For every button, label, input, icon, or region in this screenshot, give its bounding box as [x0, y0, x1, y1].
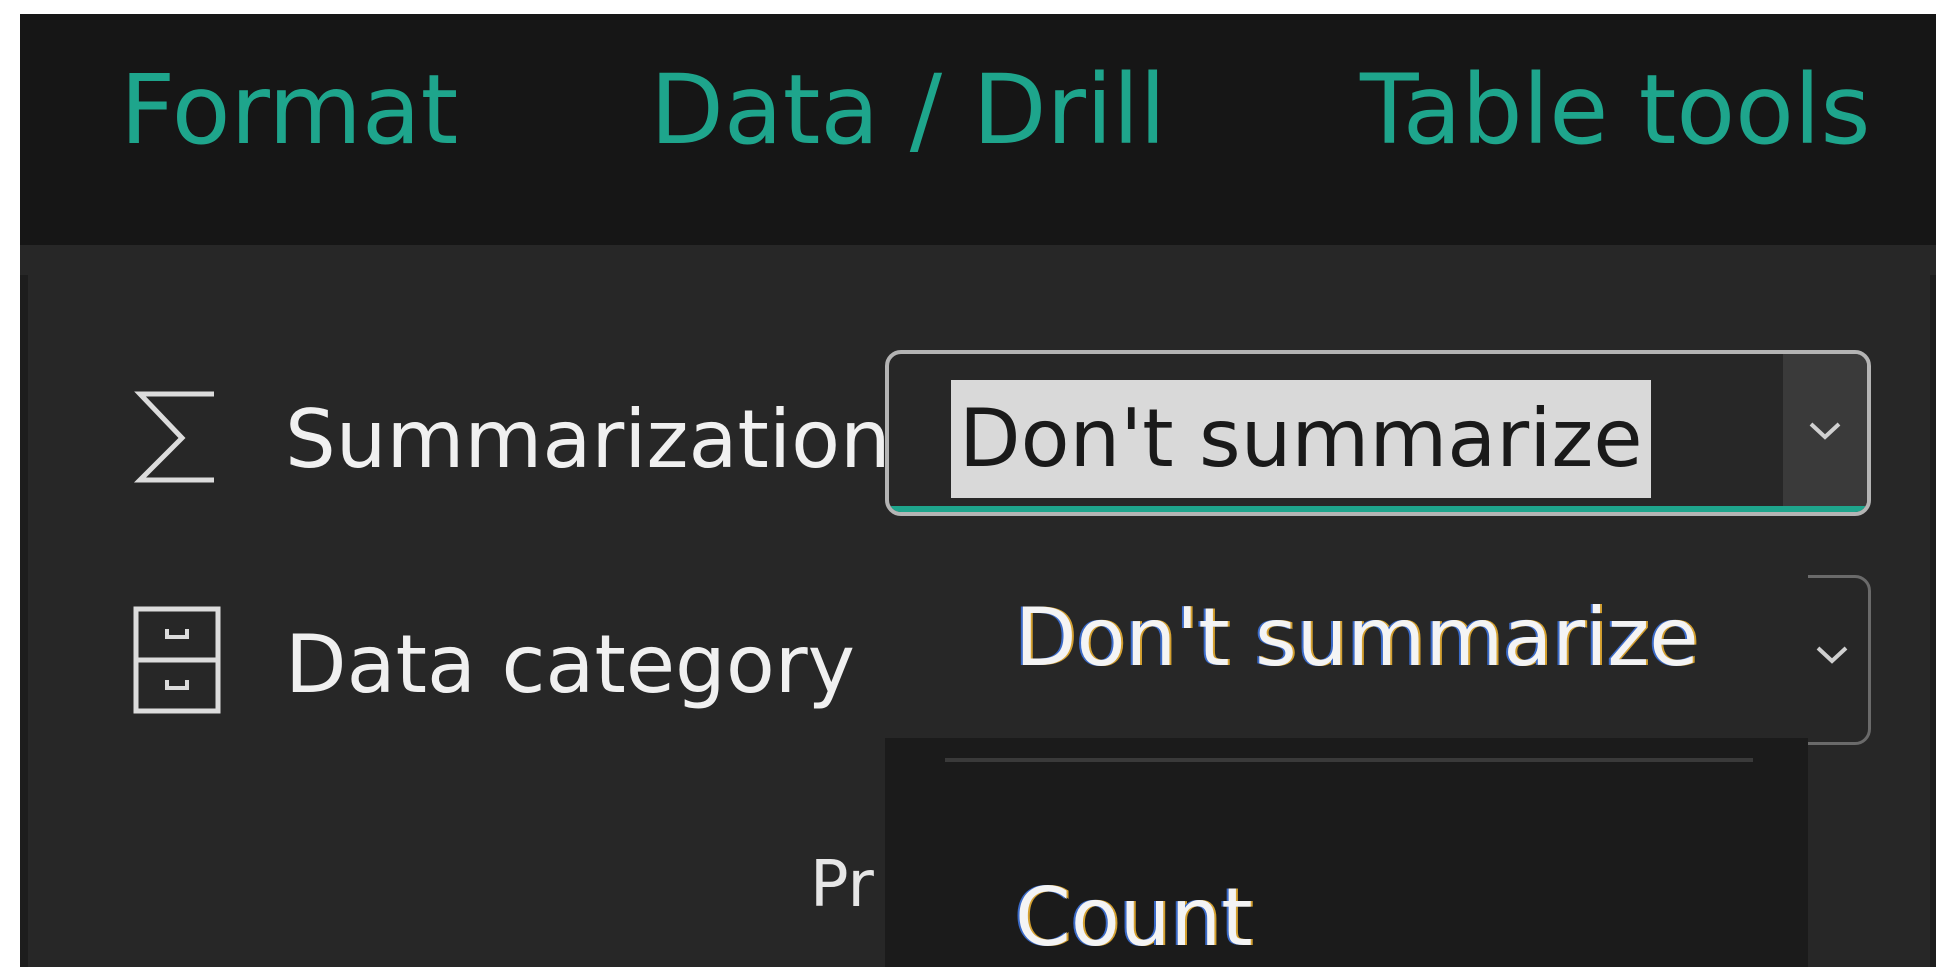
option-count[interactable]: Count — [885, 786, 1808, 967]
sigma-icon — [133, 391, 214, 483]
option-dont-summarize[interactable]: Don't summarize — [885, 530, 1808, 738]
tab-format[interactable]: Format — [120, 54, 458, 166]
summarization-label: Summarization — [285, 393, 891, 486]
tab-table-tools[interactable]: Table tools — [1360, 54, 1871, 166]
chevron-down-icon — [1809, 422, 1841, 440]
partially-hidden-property-label: Pr — [810, 848, 874, 922]
option-label: Count — [1015, 871, 1253, 964]
app-window: Format Data / Drill Table tools Summariz… — [0, 0, 1936, 967]
panel-right-edge — [1930, 275, 1936, 967]
data-category-label: Data category — [285, 618, 855, 711]
option-label: Don't summarize — [1015, 591, 1699, 684]
ribbon-tab-bar: Format Data / Drill Table tools — [20, 14, 1936, 245]
panel-left-edge — [20, 275, 28, 967]
summarization-selected-value: Don't summarize — [951, 380, 1651, 498]
summarization-dropdown-button[interactable] — [1783, 354, 1867, 510]
summarization-options-menu: Don't summarize Count — [885, 530, 1808, 967]
category-icon — [133, 606, 221, 714]
focus-underline — [889, 506, 1867, 512]
tab-data-drill[interactable]: Data / Drill — [650, 54, 1166, 166]
chevron-down-icon — [1816, 646, 1848, 664]
menu-divider — [945, 758, 1753, 762]
summarization-dropdown[interactable]: Don't summarize — [885, 350, 1871, 516]
